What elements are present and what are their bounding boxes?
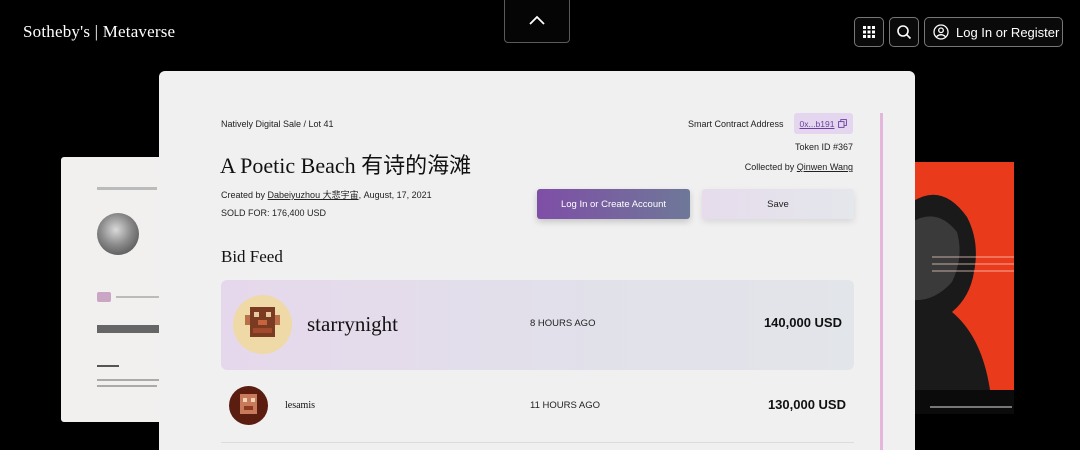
portrait-silhouette bbox=[912, 194, 1014, 390]
card-text-line bbox=[97, 187, 157, 190]
card-caption-line bbox=[930, 406, 1012, 408]
bid-time: 11 HOURS AGO bbox=[530, 400, 601, 411]
bid-amount: 130,000 USD bbox=[767, 397, 846, 412]
created-date: , August, 17, 2021 bbox=[358, 190, 432, 200]
bid-feed-heading: Bid Feed bbox=[221, 247, 283, 266]
card-text-line bbox=[97, 385, 157, 387]
user-circle-icon bbox=[933, 24, 949, 40]
apps-button[interactable] bbox=[854, 17, 884, 47]
next-lot-card[interactable] bbox=[912, 162, 1014, 414]
token-id: Token ID #367 bbox=[794, 142, 853, 152]
copy-icon[interactable] bbox=[838, 119, 848, 128]
sold-price: SOLD FOR: 176,400 USD bbox=[221, 208, 327, 218]
lot-title: A Poetic Beach 有诗的海滩 bbox=[220, 153, 472, 178]
bidder-name[interactable]: starrynight bbox=[307, 312, 398, 337]
artist-avatar bbox=[97, 213, 139, 255]
brand-logo[interactable]: Sotheby's | Metaverse bbox=[23, 22, 175, 42]
bidder-name[interactable]: lesamis bbox=[285, 400, 315, 411]
contract-address-link[interactable]: 0x...b191 bbox=[800, 119, 835, 129]
chevron-up-icon bbox=[529, 15, 545, 25]
bidder-avatar bbox=[233, 295, 292, 354]
creator-link[interactable]: Dabeiyuzhou 大悲宇宙 bbox=[268, 190, 359, 200]
row-divider bbox=[221, 442, 854, 443]
search-icon bbox=[897, 25, 912, 40]
collected-by-line: Collected by Qinwen Wang bbox=[745, 162, 853, 172]
created-by-line: Created by Dabeiyuzhou 大悲宇宙, August, 17,… bbox=[221, 188, 432, 201]
contract-label: Smart Contract Address bbox=[688, 119, 784, 129]
lot-breadcrumb[interactable]: Natively Digital Sale / Lot 41 bbox=[221, 119, 334, 129]
bid-amount: 140,000 USD bbox=[763, 315, 842, 330]
bid-time: 8 HOURS AGO bbox=[530, 318, 596, 329]
collector-avatar bbox=[97, 292, 111, 302]
search-button[interactable] bbox=[889, 17, 919, 47]
card-text-line bbox=[97, 365, 119, 367]
grid-icon bbox=[863, 26, 875, 38]
collected-prefix: Collected by bbox=[744, 162, 797, 172]
contract-address-chip[interactable]: 0x...b191 bbox=[794, 113, 853, 134]
scrollbar-track[interactable] bbox=[880, 113, 883, 450]
login-create-account-button[interactable]: Log In or Create Account bbox=[537, 189, 690, 219]
artwork-image bbox=[912, 162, 1014, 390]
bidder-avatar bbox=[229, 386, 268, 425]
created-prefix: Created by bbox=[221, 190, 268, 200]
previous-lot-card[interactable] bbox=[61, 157, 171, 422]
login-register-button[interactable]: Log In or Register bbox=[924, 17, 1063, 47]
save-button[interactable]: Save bbox=[702, 189, 854, 219]
collapse-button[interactable] bbox=[504, 0, 570, 43]
login-register-label: Log In or Register bbox=[956, 24, 1060, 40]
collector-link[interactable]: Qinwen Wang bbox=[797, 162, 853, 172]
